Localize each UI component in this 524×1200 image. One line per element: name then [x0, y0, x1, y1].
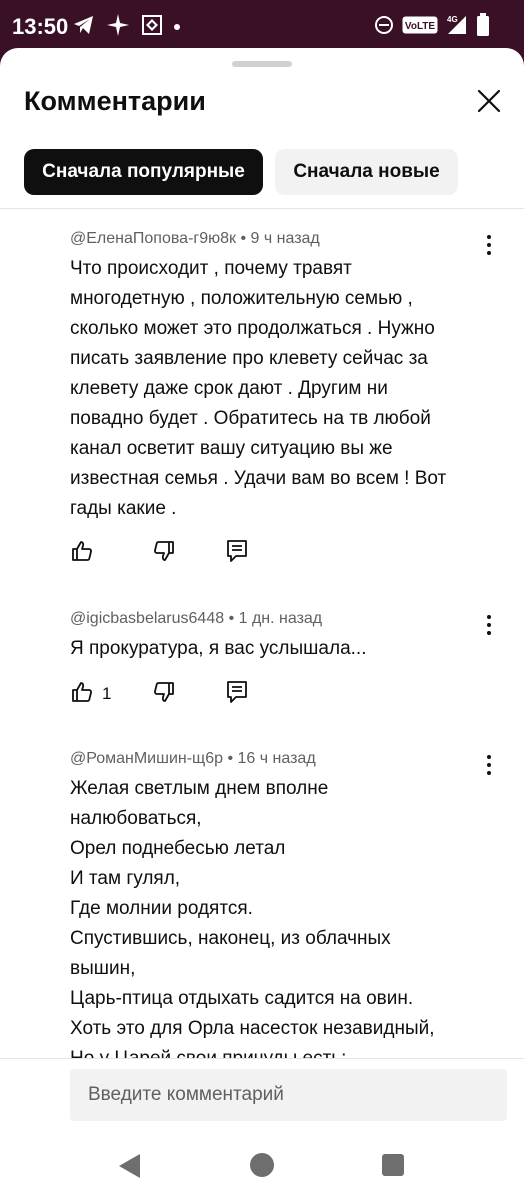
comment-line: Орел поднебесью летал	[70, 838, 286, 859]
thumbs-up-icon	[70, 539, 94, 568]
like-count: 1	[102, 684, 112, 703]
comment-actions: 1	[70, 680, 247, 709]
comment-line: И там гулял,	[70, 868, 181, 889]
signal-4g-icon: 4G	[446, 14, 468, 41]
comment-line: канал осветит вашу ситуацию вы же	[70, 438, 393, 459]
comment-list[interactable]: @ЕленаПопова-г9ю8к • 9 ч назад Что проис…	[0, 48, 524, 1058]
comment-text: Желая светлым днем вполне налюбоваться, …	[70, 774, 490, 1058]
comment-line: Желая светлым днем вполне	[70, 778, 329, 799]
comment-item: @РоманМишин-щ6р • 16 ч назад Желая светл…	[70, 748, 490, 1058]
home-icon[interactable]	[250, 1153, 274, 1177]
comment-line: Где молнии родятся.	[70, 898, 253, 919]
reply-icon	[226, 539, 248, 568]
notification-dot-icon	[174, 24, 180, 30]
comment-line: клевету даже срок дают . Другим ни	[70, 378, 388, 399]
thumbs-down-icon	[152, 539, 176, 568]
comment-line: вышин,	[70, 958, 136, 979]
reply-icon	[226, 680, 248, 709]
comment-composer-bar: Введите комментарий	[0, 1058, 524, 1200]
comment-line: гады какие .	[70, 498, 177, 519]
comments-sheet: Комментарии Сначала популярные Сначала н…	[0, 48, 524, 1200]
comment-line: налюбоваться,	[70, 808, 202, 829]
comment-line: многодетную , положительную семью ,	[70, 288, 413, 309]
comment-line: Но у Царей свои причуды есть:	[70, 1044, 490, 1058]
do-not-disturb-icon	[374, 15, 394, 40]
reply-button[interactable]	[226, 680, 248, 709]
comment-line: Спустившись, наконец, из облачных	[70, 928, 391, 949]
svg-text:4G: 4G	[447, 15, 458, 24]
reply-button[interactable]	[226, 539, 248, 568]
battery-icon	[476, 12, 490, 42]
comment-line: известная семья . Удачи вам во всем ! Во…	[70, 468, 447, 489]
comment-item: @ЕленаПопова-г9ю8к • 9 ч назад Что проис…	[70, 228, 490, 524]
like-button[interactable]	[70, 539, 102, 568]
app-icon	[140, 13, 164, 42]
comment-author-meta[interactable]: @igicbasbelarus6448 • 1 дн. назад	[70, 608, 490, 630]
volte-icon: VoLTE	[402, 16, 438, 39]
comment-line: писать заявление про клевету сейчас за	[70, 348, 428, 369]
comment-menu-button[interactable]	[478, 231, 500, 259]
telegram-icon	[72, 14, 96, 41]
dislike-button[interactable]	[152, 539, 176, 568]
comment-author-meta[interactable]: @РоманМишин-щ6р • 16 ч назад	[70, 748, 490, 770]
comment-menu-button[interactable]	[478, 611, 500, 639]
status-time: 13:50	[12, 14, 69, 39]
comment-line: повадно будет . Обратитесь на тв любой	[70, 408, 431, 429]
back-icon[interactable]	[118, 1153, 142, 1184]
comment-line: Что происходит , почему травят	[70, 258, 352, 279]
comment-actions	[70, 539, 247, 568]
comment-line: Хоть это для Орла насесток незавидный,	[70, 1018, 435, 1039]
svg-text:VoLTE: VoLTE	[405, 21, 436, 32]
comment-text: Что происходит , почему травят многодетн…	[70, 254, 490, 524]
thumbs-up-icon	[70, 680, 94, 709]
comment-text: Я прокуратура, я вас услышала...	[70, 634, 490, 664]
recent-apps-icon[interactable]	[382, 1154, 404, 1176]
sparkle-icon	[106, 13, 130, 42]
like-button[interactable]: 1	[70, 680, 111, 709]
comment-line: Царь-птица отдыхать садится на овин.	[70, 988, 414, 1009]
comment-line: сколько может это продолжаться . Нужно	[70, 318, 435, 339]
comment-menu-button[interactable]	[478, 751, 500, 779]
thumbs-down-icon	[152, 680, 176, 709]
dislike-button[interactable]	[152, 680, 176, 709]
comment-input[interactable]: Введите комментарий	[70, 1069, 507, 1121]
comment-author-meta[interactable]: @ЕленаПопова-г9ю8к • 9 ч назад	[70, 228, 490, 250]
comment-line: Я прокуратура, я вас услышала...	[70, 638, 367, 659]
comment-item: @igicbasbelarus6448 • 1 дн. назад Я прок…	[70, 608, 490, 664]
